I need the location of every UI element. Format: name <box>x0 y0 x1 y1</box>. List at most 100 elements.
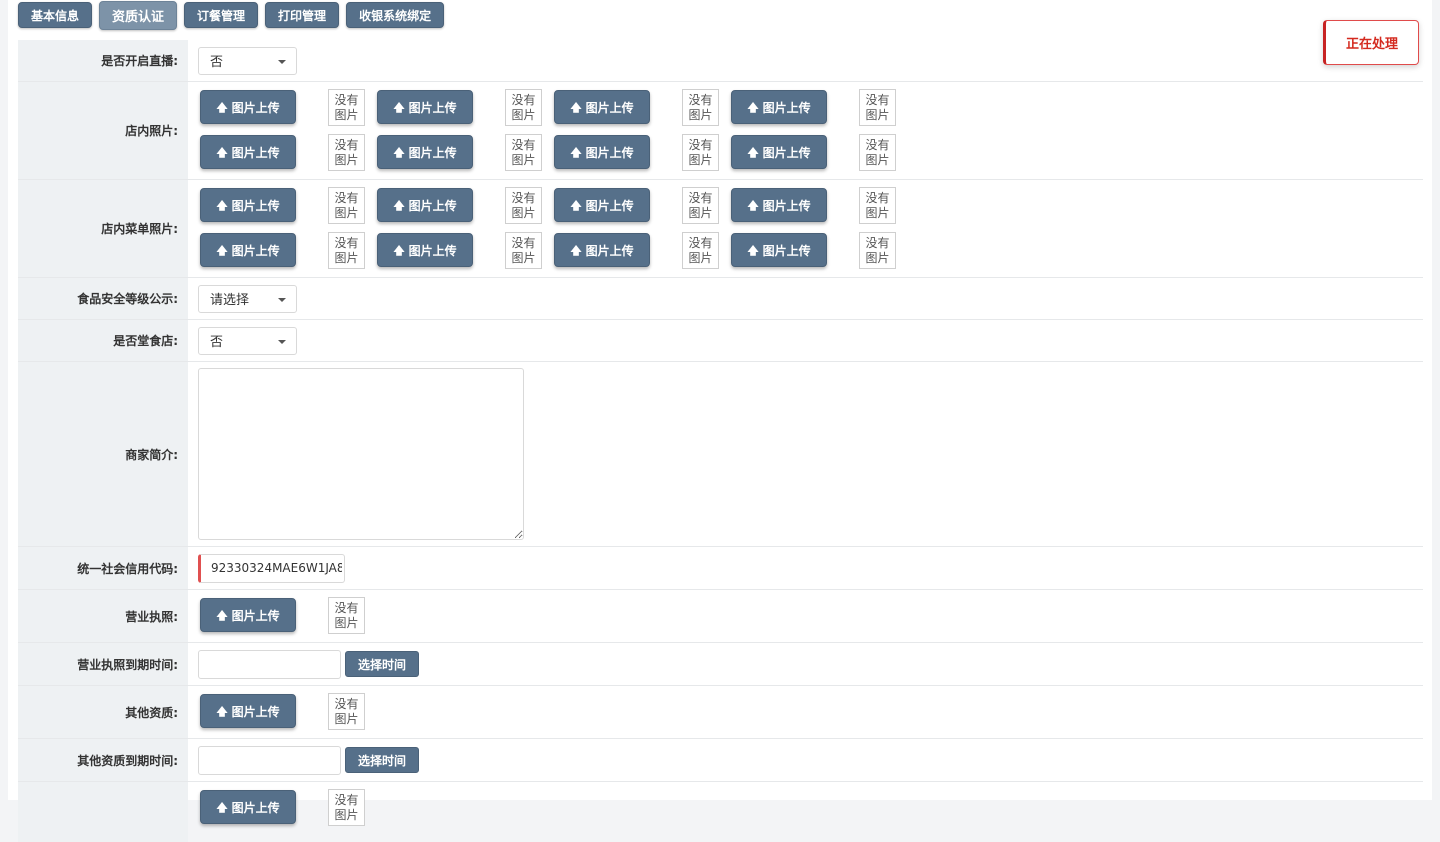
image-upload-button[interactable]: 🡅 图片上传 <box>731 90 827 124</box>
upload-unit: 🡅 图片上传 没有 图片 <box>719 187 896 224</box>
image-placeholder: 没有 图片 <box>505 134 542 171</box>
arrow-up-icon: 🡅 <box>747 145 759 159</box>
arrow-up-icon: 🡅 <box>216 608 228 622</box>
field-label: 统一社会信用代码: <box>18 547 188 589</box>
no-image-text: 没有 图片 <box>511 191 535 221</box>
image-upload-button[interactable]: 🡅 图片上传 <box>554 90 650 124</box>
no-image-line2: 图片 <box>511 250 536 265</box>
row-other-qual-expiry: 其他资质到期时间: 选择时间 <box>18 739 1423 782</box>
image-upload-button[interactable]: 🡅 图片上传 <box>200 598 296 632</box>
image-upload-button[interactable]: 🡅 图片上传 <box>200 90 296 124</box>
no-image-line2: 图片 <box>334 205 359 220</box>
caret-down-icon <box>278 339 286 344</box>
image-upload-button[interactable]: 🡅 图片上传 <box>554 135 650 169</box>
image-upload-button[interactable]: 🡅 图片上传 <box>200 790 296 824</box>
image-placeholder: 没有 图片 <box>505 89 542 126</box>
tab-print-management[interactable]: 打印管理 <box>265 2 340 28</box>
no-image-text: 没有 图片 <box>334 138 358 168</box>
image-placeholder: 没有 图片 <box>682 187 719 224</box>
no-image-line1: 没有 <box>511 137 536 152</box>
page: 基本信息 资质认证 订餐管理 打印管理 收银系统绑定 正在处理 是否开启直播: … <box>8 0 1432 842</box>
image-upload-button[interactable]: 🡅 图片上传 <box>377 90 473 124</box>
image-placeholder: 没有 图片 <box>328 693 365 730</box>
image-upload-button[interactable]: 🡅 图片上传 <box>377 233 473 267</box>
image-upload-button[interactable]: 🡅 图片上传 <box>200 694 296 728</box>
upload-button-label: 图片上传 <box>408 100 457 115</box>
arrow-up-icon: 🡅 <box>216 100 228 114</box>
no-image-text: 没有 图片 <box>865 138 889 168</box>
image-upload-button[interactable]: 🡅 图片上传 <box>377 135 473 169</box>
upload-unit: 🡅 图片上传 没有 图片 <box>542 89 719 126</box>
dine-in-select[interactable]: 否 <box>198 326 297 355</box>
next-upload: 🡅 图片上传 没有 图片 <box>188 782 365 836</box>
no-image-line2: 图片 <box>511 107 536 122</box>
image-placeholder: 没有 图片 <box>682 134 719 171</box>
no-image-line2: 图片 <box>688 250 713 265</box>
tab-bar: 基本信息 资质认证 订餐管理 打印管理 收银系统绑定 <box>18 1 445 30</box>
arrow-up-icon: 🡅 <box>393 243 405 257</box>
no-image-line1: 没有 <box>688 92 713 107</box>
row-menu-photos: 店内菜单照片: 🡅 图片上传 没有 图片 🡅 图片上传 没有 图片 🡅 图片上传 没有 图片 🡅 图片上传… <box>18 180 1423 278</box>
credit-code-input[interactable] <box>198 553 345 583</box>
upload-row: 🡅 图片上传 没有 图片 <box>188 789 365 826</box>
live-select[interactable]: 否 <box>198 46 297 75</box>
upload-unit: 🡅 图片上传 没有 图片 <box>188 789 365 826</box>
tab-basic-info[interactable]: 基本信息 <box>18 2 93 28</box>
upload-unit: 🡅 图片上传 没有 图片 <box>365 134 542 171</box>
no-image-text: 没有 图片 <box>865 236 889 266</box>
image-upload-button[interactable]: 🡅 图片上传 <box>731 233 827 267</box>
image-upload-button[interactable]: 🡅 图片上传 <box>200 135 296 169</box>
image-placeholder: 没有 图片 <box>682 89 719 126</box>
tab-cashier-binding[interactable]: 收银系统绑定 <box>346 2 445 28</box>
field-label <box>18 782 188 842</box>
processing-badge: 正在处理 <box>1323 20 1419 65</box>
other-qual-expiry-input[interactable] <box>198 745 341 775</box>
row-live: 是否开启直播: 否 <box>18 40 1423 82</box>
image-upload-button[interactable]: 🡅 图片上传 <box>554 188 650 222</box>
select-value: 请选择 <box>210 293 250 308</box>
upload-button-label: 图片上传 <box>762 198 811 213</box>
no-image-line1: 没有 <box>865 235 890 250</box>
food-safety-select[interactable]: 请选择 <box>198 284 297 313</box>
image-upload-button[interactable]: 🡅 图片上传 <box>200 188 296 222</box>
license-expiry-picker-button[interactable]: 选择时间 <box>345 651 420 677</box>
other-qual-expiry-picker-button[interactable]: 选择时间 <box>345 747 420 773</box>
no-image-text: 没有 图片 <box>334 93 358 123</box>
select-value: 否 <box>210 335 224 350</box>
image-placeholder: 没有 图片 <box>328 89 365 126</box>
field-label: 营业执照到期时间: <box>18 643 188 685</box>
image-placeholder: 没有 图片 <box>859 187 896 224</box>
tab-order-management[interactable]: 订餐管理 <box>184 2 259 28</box>
arrow-up-icon: 🡅 <box>216 800 228 814</box>
select-value: 否 <box>210 55 224 70</box>
no-image-line2: 图片 <box>334 152 359 167</box>
field-label: 其他资质: <box>18 686 188 738</box>
intro-textarea[interactable] <box>198 368 524 540</box>
store-photo-uploads: 🡅 图片上传 没有 图片 🡅 图片上传 没有 图片 🡅 图片上传 没有 图片 🡅 图片上传 没有 图片 🡅 图片上… <box>188 82 896 181</box>
no-image-line1: 没有 <box>334 92 359 107</box>
no-image-line1: 没有 <box>334 137 359 152</box>
upload-row: 🡅 图片上传 没有 图片 🡅 图片上传 没有 图片 🡅 图片上传 没有 图片 🡅 图片上传 没有 图片 <box>188 89 896 126</box>
image-upload-button[interactable]: 🡅 图片上传 <box>554 233 650 267</box>
no-image-line1: 没有 <box>865 190 890 205</box>
row-food-safety: 食品安全等级公示: 请选择 <box>18 278 1423 320</box>
no-image-line1: 没有 <box>688 137 713 152</box>
upload-button-label: 图片上传 <box>231 704 280 719</box>
caret-down-icon <box>278 59 286 64</box>
license-expiry-input[interactable] <box>198 649 341 679</box>
no-image-line2: 图片 <box>865 107 890 122</box>
no-image-text: 没有 图片 <box>511 93 535 123</box>
upload-button-label: 图片上传 <box>585 100 634 115</box>
row-dine-in: 是否堂食店: 否 <box>18 320 1423 362</box>
tab-qualification[interactable]: 资质认证 <box>99 1 178 30</box>
arrow-up-icon: 🡅 <box>216 145 228 159</box>
image-placeholder: 没有 图片 <box>859 89 896 126</box>
image-upload-button[interactable]: 🡅 图片上传 <box>731 188 827 222</box>
image-upload-button[interactable]: 🡅 图片上传 <box>377 188 473 222</box>
upload-unit: 🡅 图片上传 没有 图片 <box>188 693 365 730</box>
image-upload-button[interactable]: 🡅 图片上传 <box>200 233 296 267</box>
upload-unit: 🡅 图片上传 没有 图片 <box>365 89 542 126</box>
no-image-line2: 图片 <box>334 711 359 726</box>
image-upload-button[interactable]: 🡅 图片上传 <box>731 135 827 169</box>
license-upload: 🡅 图片上传 没有 图片 <box>188 590 365 644</box>
